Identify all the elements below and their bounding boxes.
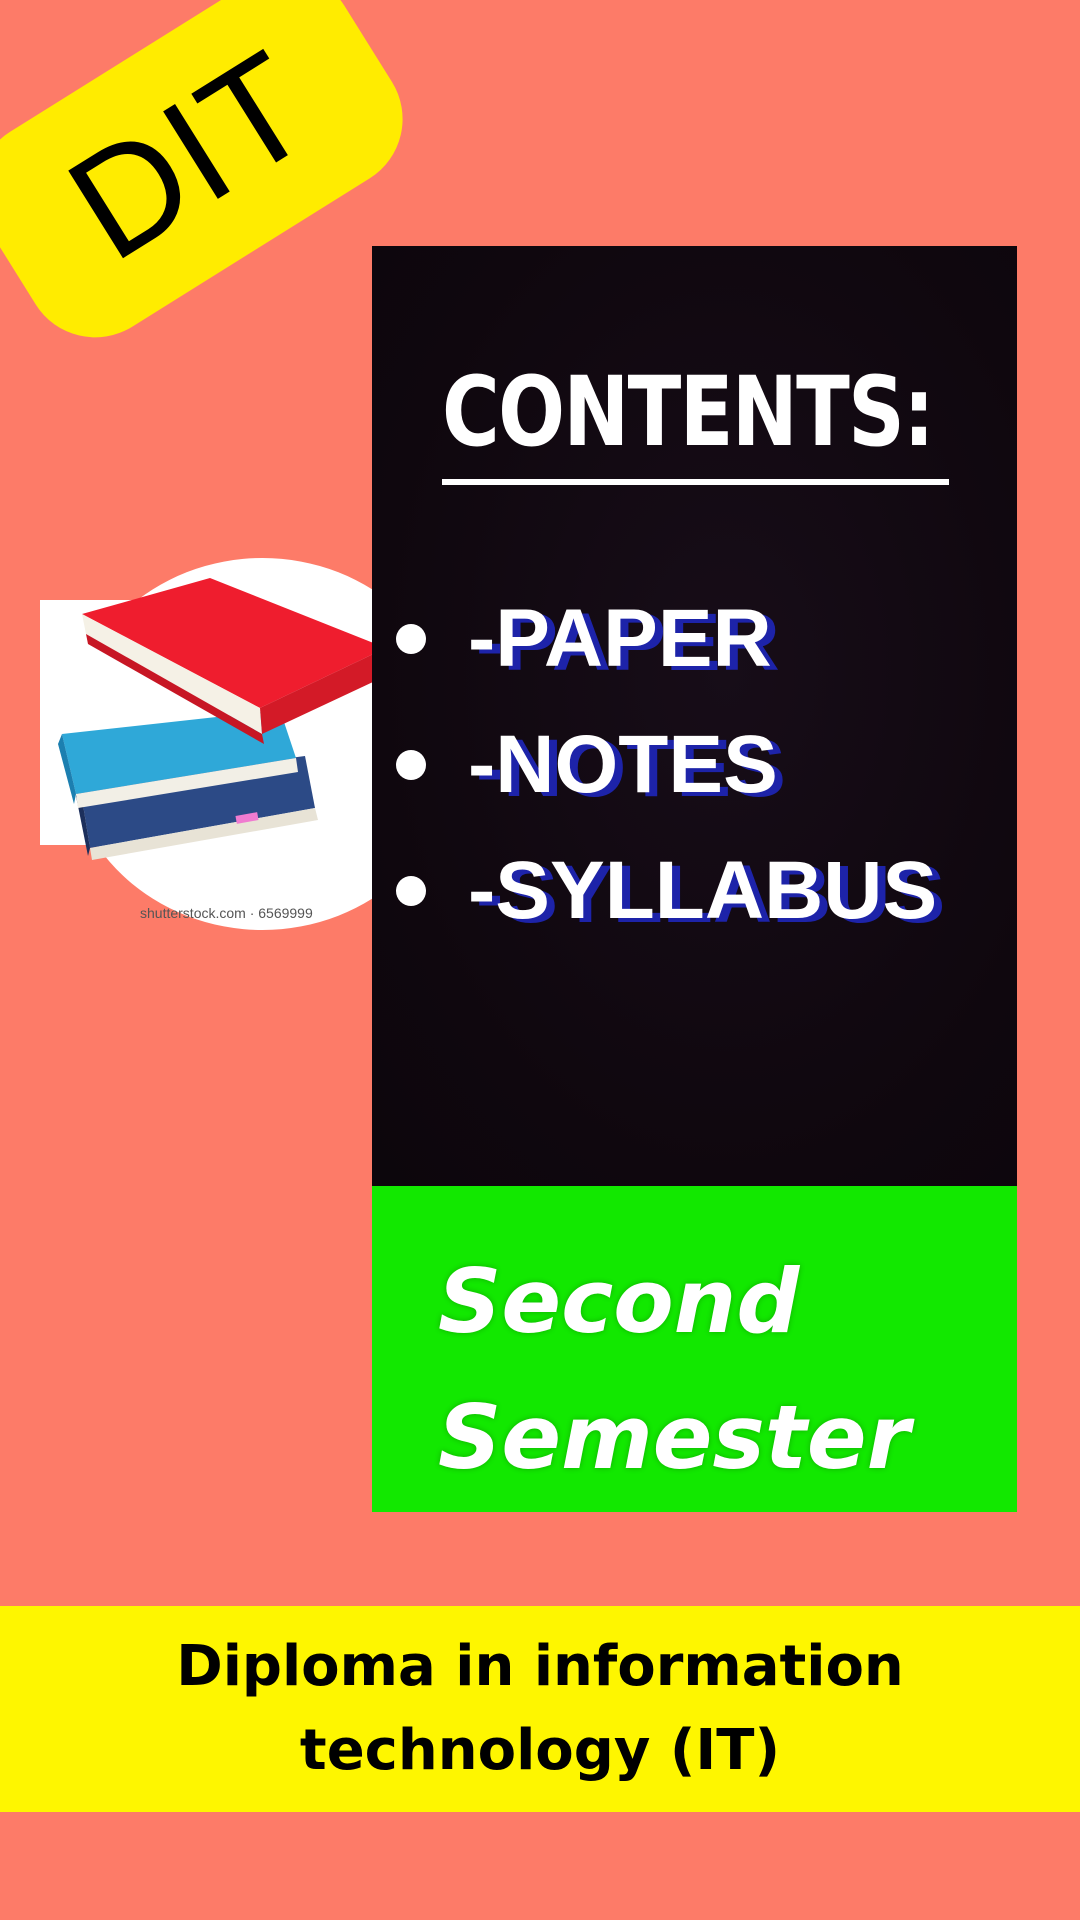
bullet-icon bbox=[396, 750, 426, 780]
bullet-icon bbox=[396, 876, 426, 906]
books-image: shutterstock.com · 6569999 bbox=[40, 558, 400, 930]
list-item: -PAPER bbox=[396, 576, 937, 702]
contents-panel: CONTENTS: -PAPER -NOTES -SYLLABUS bbox=[372, 246, 1017, 1186]
dit-badge: DIT bbox=[0, 0, 430, 364]
list-item: -SYLLABUS bbox=[396, 828, 937, 954]
list-item-label: -PAPER bbox=[468, 593, 772, 684]
dit-badge-text: DIT bbox=[40, 18, 340, 292]
semester-heading: Second Semester bbox=[438, 1234, 1008, 1506]
contents-list: -PAPER -NOTES -SYLLABUS bbox=[396, 576, 937, 954]
contents-title: CONTENTS: bbox=[442, 356, 935, 468]
list-item: -NOTES bbox=[396, 702, 937, 828]
contents-title-underline bbox=[442, 479, 949, 485]
semester-line-1: Second bbox=[438, 1250, 800, 1353]
semester-line-2: Semester bbox=[438, 1386, 910, 1489]
footer-text: Diploma in information technology (IT) bbox=[90, 1625, 990, 1793]
stack-of-books-icon bbox=[58, 578, 390, 860]
footer-band: Diploma in information technology (IT) bbox=[0, 1606, 1080, 1812]
semester-panel: Second Semester bbox=[372, 1186, 1017, 1512]
list-item-label: -NOTES bbox=[468, 719, 778, 810]
bullet-icon bbox=[396, 624, 426, 654]
image-watermark: shutterstock.com · 6569999 bbox=[140, 905, 313, 921]
footer-line-2: technology (IT) bbox=[299, 1718, 781, 1783]
list-item-label: -SYLLABUS bbox=[468, 845, 938, 936]
footer-line-1: Diploma in information bbox=[176, 1634, 904, 1699]
